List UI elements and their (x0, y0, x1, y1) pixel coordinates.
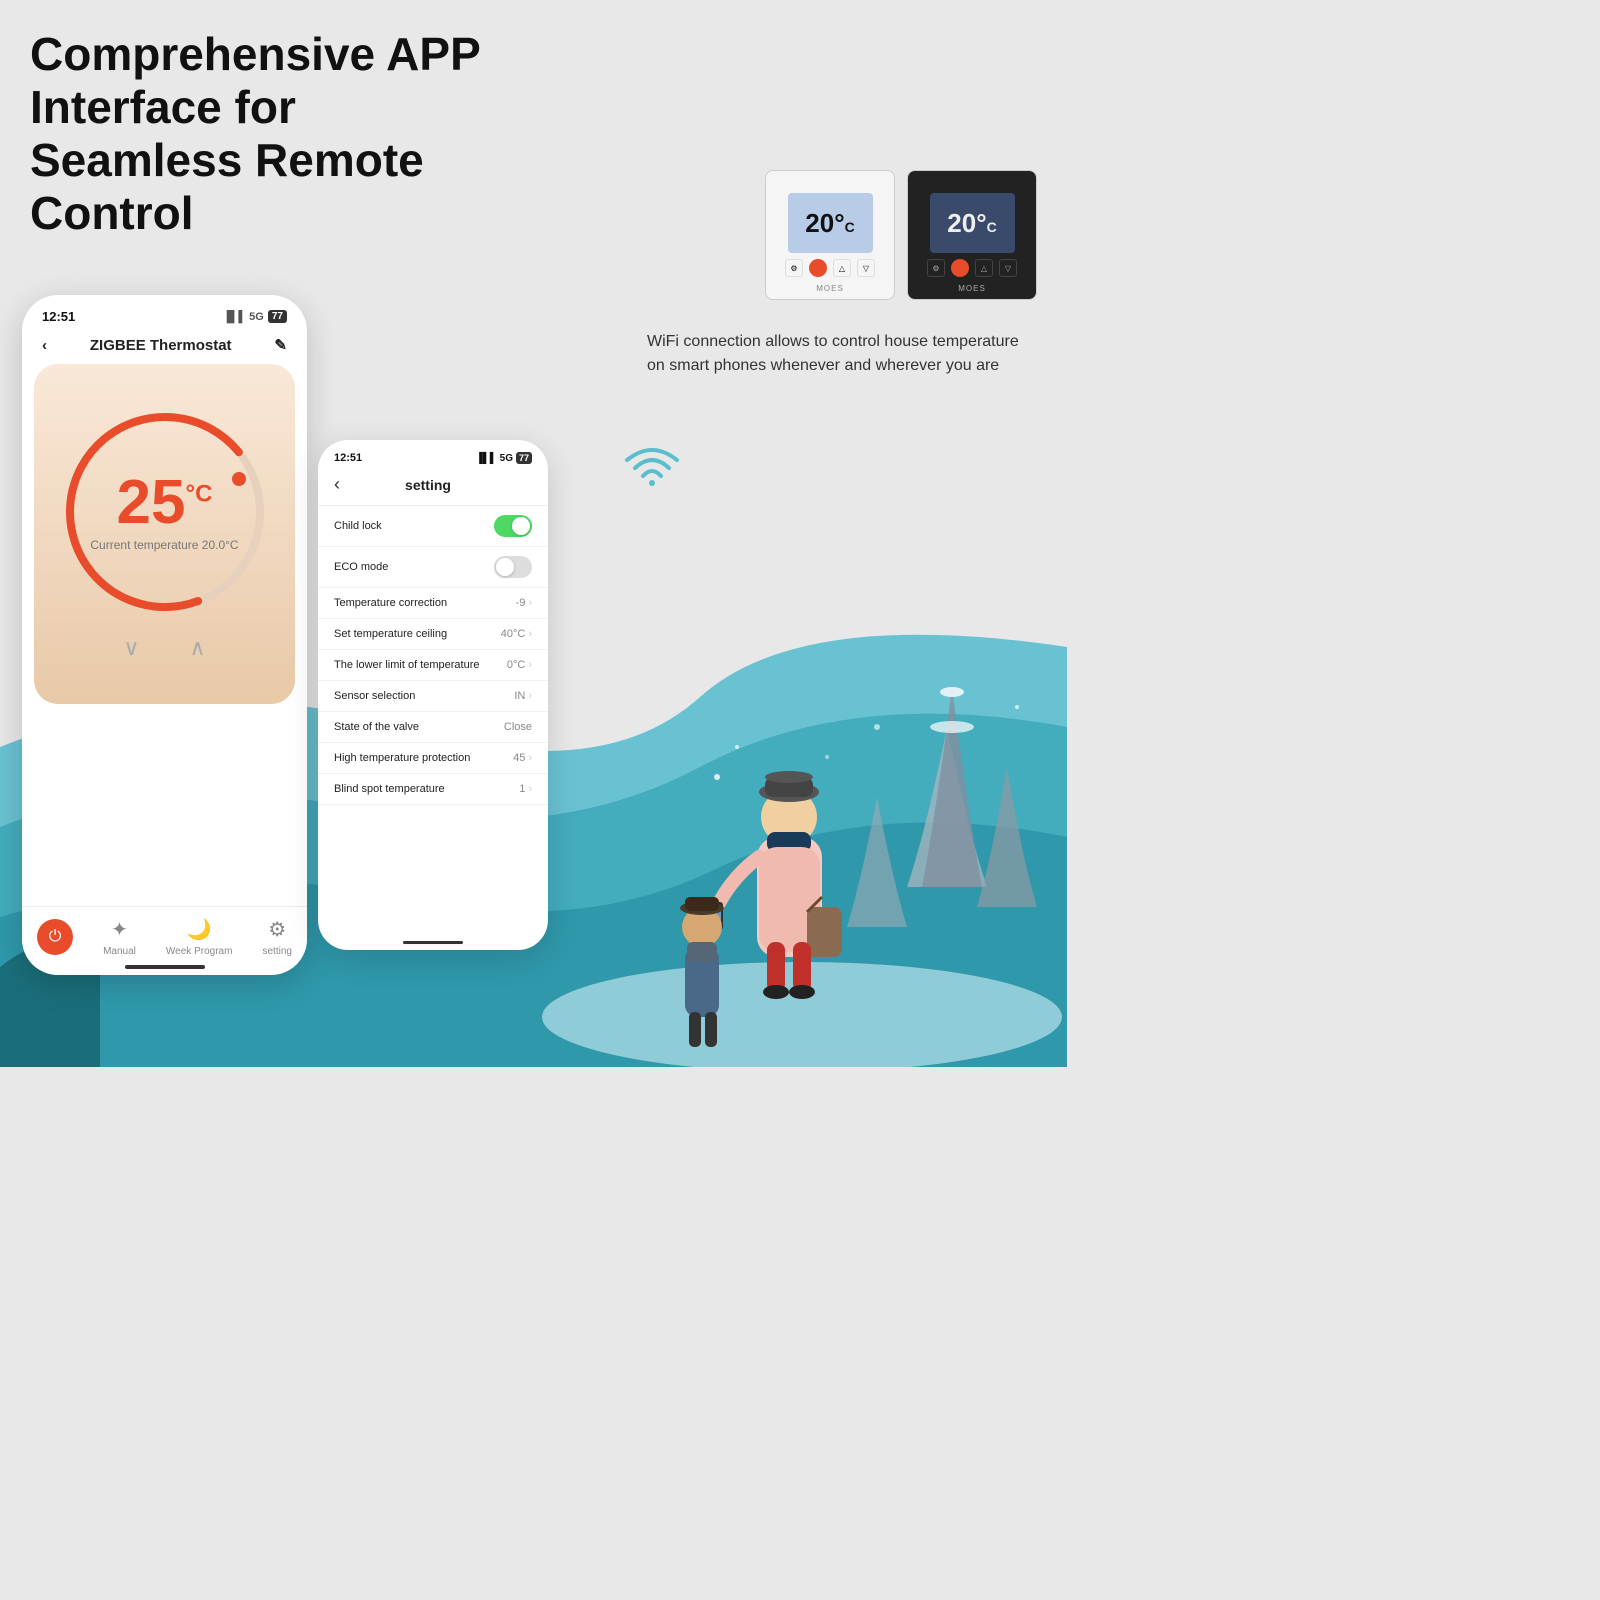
edit-icon[interactable]: ✎ (274, 336, 287, 354)
nav-setting-label: setting (262, 946, 291, 957)
power-icon[interactable]: ⏻ (37, 919, 73, 955)
winter-scene (537, 527, 1067, 1067)
nav-week-program[interactable]: 🌙 Week Program (166, 917, 233, 957)
chevron-icon-4: › (528, 690, 532, 702)
main-heading: Comprehensive APP Interface for Seamless… (30, 28, 520, 240)
setting-temp-ceiling-label: Set temperature ceiling (334, 628, 447, 640)
toggle-knob (512, 517, 530, 535)
chevron-icon-5: › (528, 752, 532, 764)
setting-temp-ceiling-value: 40°C › (501, 628, 532, 640)
heading-line2: Seamless Remote (30, 134, 424, 186)
device-white-brand: MOES (816, 284, 844, 293)
chevron-icon-2: › (528, 628, 532, 640)
phone-right-home-bar (403, 941, 463, 944)
nav-manual-label: Manual (103, 946, 136, 957)
dial-ring: 25°C Current temperature 20.0°C (60, 407, 270, 617)
chevron-icon-3: › (528, 659, 532, 671)
setting-blind-spot-label: Blind spot temperature (334, 783, 445, 795)
dial-center: 25°C Current temperature 20.0°C (90, 472, 238, 552)
setting-eco-label: ECO mode (334, 561, 388, 573)
signal-icon: ▐▌▌ 5G (476, 453, 513, 464)
wifi-icon (617, 430, 687, 495)
phone-right-time: 12:51 (334, 452, 362, 464)
phone-right-statusbar: 12:51 ▐▌▌ 5G 77 (318, 440, 548, 470)
setting-icon: ⚙ (268, 917, 286, 942)
setting-eco-mode: ECO mode (318, 547, 548, 588)
phone-left-home-bar (125, 965, 205, 969)
settings-list: Child lock ECO mode Temperature correcti… (318, 506, 548, 805)
phone-left-signal: ▐▌▌ 5G 77 (223, 310, 287, 323)
week-program-icon: 🌙 (187, 917, 212, 942)
eco-toggle-knob (496, 558, 514, 576)
setting-lower-limit[interactable]: The lower limit of temperature 0°C › (318, 650, 548, 681)
dial-controls: ∨ ∧ (123, 635, 205, 661)
setting-valve-value: Close (504, 721, 532, 733)
dial-temperature: 25°C (90, 472, 238, 534)
nav-power[interactable]: ⏻ (37, 919, 73, 955)
chevron-icon-6: › (528, 783, 532, 795)
settings-back-icon[interactable]: ‹ (334, 474, 340, 495)
child-lock-toggle[interactable] (494, 515, 532, 537)
phone-left-app-title: ZIGBEE Thermostat (90, 337, 232, 354)
device-white-screen: 20°C (788, 193, 873, 253)
back-arrow-icon[interactable]: ‹ (42, 337, 47, 354)
dial-current-temp: Current temperature 20.0°C (90, 538, 238, 552)
setting-valve-state: State of the valve Close (318, 712, 548, 743)
temp-up-button[interactable]: ∧ (190, 635, 206, 661)
device-black-brand: MOES (958, 284, 986, 293)
setting-sensor-selection[interactable]: Sensor selection IN › (318, 681, 548, 712)
phone-right: 12:51 ▐▌▌ 5G 77 ‹ setting Child lock ECO… (318, 440, 548, 950)
phone-left-statusbar: 12:51 ▐▌▌ 5G 77 (22, 295, 307, 332)
setting-child-lock: Child lock (318, 506, 548, 547)
devices-container: 20°C ⚙ △ ▽ MOES 20°C ⚙ △ ▽ MOES (765, 170, 1037, 300)
heading-line3: Control (30, 187, 194, 239)
phone-right-header: ‹ setting (318, 470, 548, 506)
thermostat-dial-area: 25°C Current temperature 20.0°C ∨ ∧ (34, 364, 295, 704)
phone-left: 12:51 ▐▌▌ 5G 77 ‹ ZIGBEE Thermostat ✎ 25… (22, 295, 307, 975)
setting-lower-limit-value: 0°C › (507, 659, 532, 671)
device-white: 20°C ⚙ △ ▽ MOES (765, 170, 895, 300)
settings-title: setting (405, 477, 451, 493)
setting-blind-spot-value: 1 › (519, 783, 532, 795)
heading-line1: Comprehensive APP Interface for (30, 28, 480, 133)
device-black-temp: 20°C (947, 208, 996, 239)
setting-high-temp-protection[interactable]: High temperature protection 45 › (318, 743, 548, 774)
setting-sensor-label: Sensor selection (334, 690, 415, 702)
manual-icon: ✦ (111, 917, 128, 942)
nav-manual[interactable]: ✦ Manual (103, 917, 136, 957)
setting-temp-correction[interactable]: Temperature correction -9 › (318, 588, 548, 619)
nav-setting[interactable]: ⚙ setting (262, 917, 291, 957)
setting-lower-limit-label: The lower limit of temperature (334, 659, 480, 671)
setting-high-temp-label: High temperature protection (334, 752, 470, 764)
eco-mode-toggle[interactable] (494, 556, 532, 578)
nav-week-label: Week Program (166, 946, 233, 957)
device-white-temp: 20°C (805, 208, 854, 239)
setting-blind-spot[interactable]: Blind spot temperature 1 › (318, 774, 548, 805)
setting-temp-ceiling[interactable]: Set temperature ceiling 40°C › (318, 619, 548, 650)
device-black: 20°C ⚙ △ ▽ MOES (907, 170, 1037, 300)
device-black-screen: 20°C (930, 193, 1015, 253)
setting-temp-correction-value: -9 › (516, 597, 532, 609)
setting-temp-correction-label: Temperature correction (334, 597, 447, 609)
chevron-icon: › (528, 597, 532, 609)
phone-left-time: 12:51 (42, 309, 75, 324)
temp-down-button[interactable]: ∨ (123, 635, 139, 661)
setting-child-lock-label: Child lock (334, 520, 382, 532)
setting-valve-label: State of the valve (334, 721, 419, 733)
setting-sensor-value: IN › (514, 690, 532, 702)
wifi-text: WiFi connection allows to control house … (647, 330, 1037, 378)
phone-left-titlebar: ‹ ZIGBEE Thermostat ✎ (22, 332, 307, 364)
setting-high-temp-value: 45 › (513, 752, 532, 764)
